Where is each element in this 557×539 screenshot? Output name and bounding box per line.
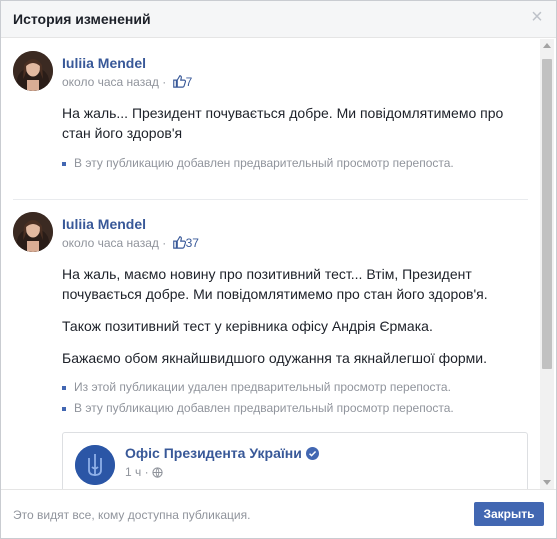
meta-separator: · — [162, 75, 167, 89]
post-paragraph: На жаль, маємо новину про позитивний тес… — [62, 266, 488, 302]
visibility-note: Это видят все, кому доступна публикация. — [13, 508, 251, 522]
like-count[interactable]: 37 — [186, 236, 199, 250]
post-time[interactable]: около часа назад — [62, 75, 159, 89]
post-paragraph: Бажаємо обом якнайшвидшого одужання та я… — [62, 350, 488, 366]
author-name[interactable]: Iuliia Mendel — [62, 55, 146, 71]
globe-icon — [152, 467, 163, 481]
meta-separator: · — [162, 236, 167, 250]
author-avatar[interactable] — [13, 51, 53, 91]
change-log: В эту публикацию добавлен предварительны… — [62, 153, 454, 174]
post-meta: около часа назад · 37 — [62, 235, 199, 252]
page-name[interactable]: Офіс Президента України — [125, 445, 319, 463]
card-meta: 1 ч · — [125, 465, 163, 481]
history-list[interactable]: Iuliia Mendel около часа назад · 7 На жа… — [1, 39, 556, 489]
like-icon — [172, 74, 186, 91]
edit-history-dialog: История изменений × Iuliia Mendel около … — [0, 0, 557, 539]
post-text: На жаль... Президент почувається добре. … — [62, 103, 512, 143]
close-icon[interactable]: × — [528, 7, 546, 27]
page-name-text[interactable]: Офіс Президента України — [125, 445, 302, 461]
card-time[interactable]: 1 ч — [125, 465, 141, 479]
scrollbar-thumb[interactable] — [542, 59, 552, 369]
verified-badge-icon — [305, 447, 319, 463]
dialog-header: История изменений × — [1, 1, 556, 38]
scroll-up-icon[interactable] — [543, 43, 551, 48]
author-avatar[interactable] — [13, 212, 53, 252]
post-paragraph: Також позитивний тест у керівника офісу … — [62, 318, 433, 334]
post-meta: около часа назад · 7 — [62, 74, 192, 91]
change-item: В эту публикацию добавлен предварительны… — [62, 398, 454, 419]
change-item: Из этой публикации удален предварительны… — [62, 377, 454, 398]
post-time[interactable]: около часа назад — [62, 236, 159, 250]
shared-post-preview[interactable]: Офіс Президента України 1 ч · — [62, 432, 528, 489]
close-button[interactable]: Закрыть — [474, 502, 544, 526]
entry-divider — [13, 199, 528, 200]
trident-icon — [75, 445, 115, 485]
like-icon — [172, 235, 186, 252]
author-name[interactable]: Iuliia Mendel — [62, 216, 146, 232]
scrollbar[interactable] — [540, 39, 554, 489]
change-item: В эту публикацию добавлен предварительны… — [62, 153, 454, 174]
dialog-title: История изменений — [13, 11, 151, 27]
post-text: На жаль, маємо новину про позитивний тес… — [62, 264, 512, 368]
dialog-footer: Это видят все, кому доступна публикация.… — [1, 489, 556, 538]
meta-separator: · — [144, 465, 149, 479]
like-count[interactable]: 7 — [186, 75, 193, 89]
change-log: Из этой публикации удален предварительны… — [62, 377, 454, 419]
page-avatar[interactable] — [75, 445, 115, 485]
post-paragraph: На жаль... Президент почувається добре. … — [62, 105, 504, 141]
scroll-down-icon[interactable] — [543, 480, 551, 485]
